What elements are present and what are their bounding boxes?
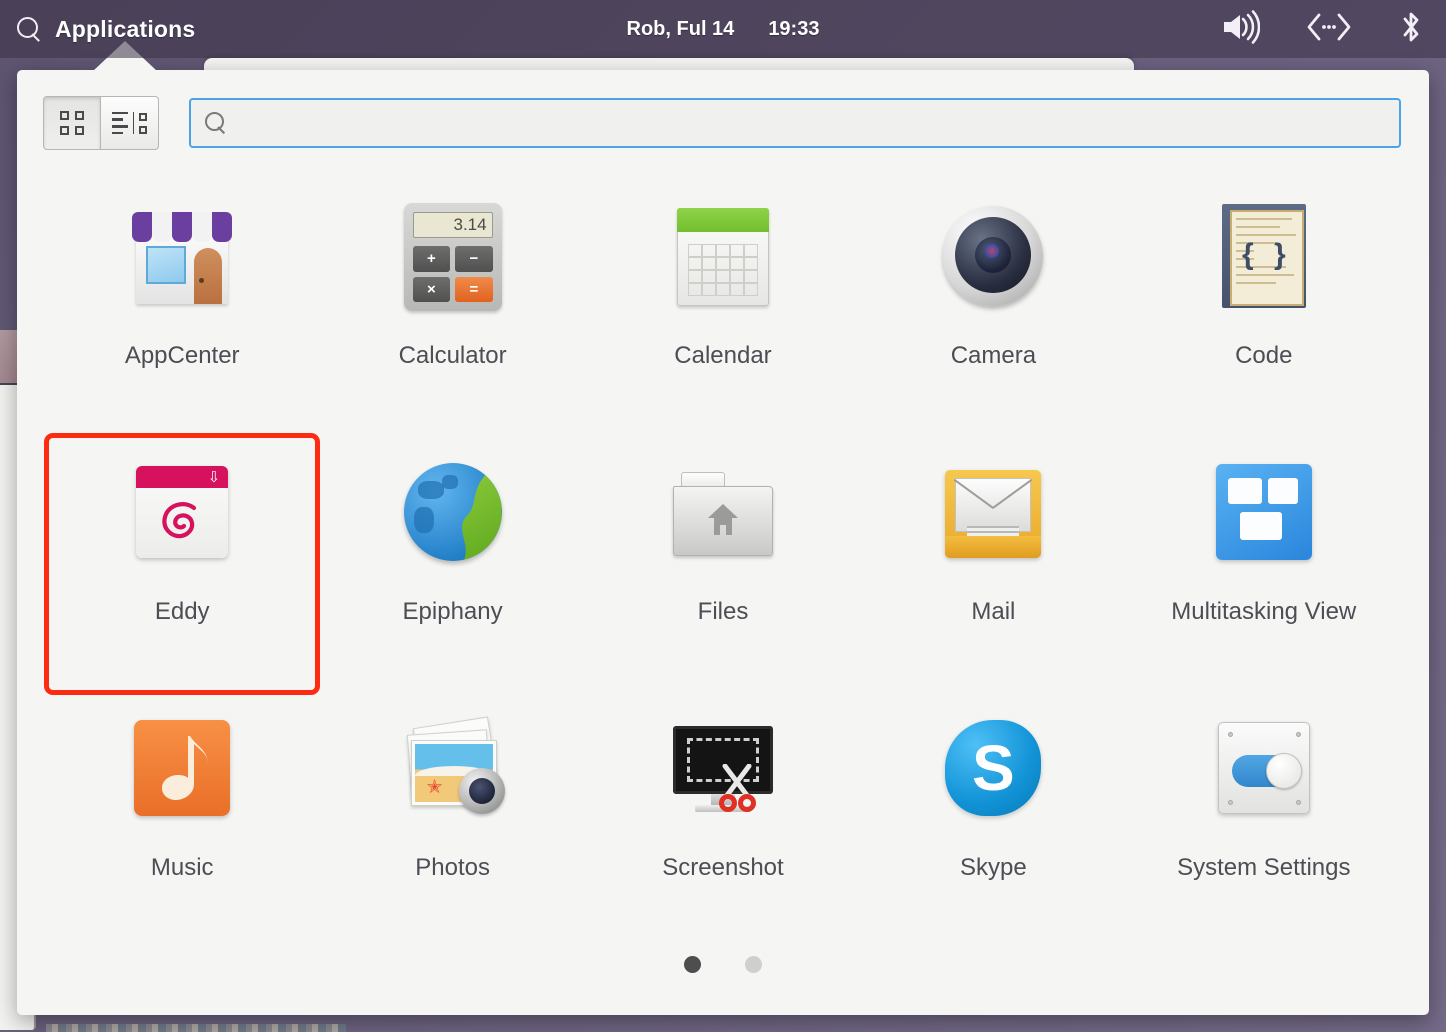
skype-letter-glyph: S: [945, 720, 1041, 816]
code-icon: { }: [1204, 196, 1324, 316]
app-label: Camera: [951, 342, 1036, 370]
datetime-indicator[interactable]: Rob, Ful 14 19:33: [513, 18, 933, 41]
page-indicator: [17, 956, 1429, 973]
eddy-icon: ⇩: [122, 452, 242, 572]
calculator-icon: 3.14 + − × =: [393, 196, 513, 316]
popover-header: [17, 70, 1429, 150]
debian-swirl-icon: [154, 494, 210, 550]
app-label: Calendar: [674, 342, 771, 370]
camera-icon: [933, 196, 1053, 316]
app-tile-camera[interactable]: Camera: [858, 180, 1128, 436]
multitasking-view-icon: [1204, 452, 1324, 572]
app-tile-music[interactable]: Music: [47, 692, 317, 948]
app-label: Calculator: [399, 342, 507, 370]
view-switcher: [43, 96, 159, 150]
calculator-key-plus: +: [413, 246, 451, 272]
top-panel: Applications Rob, Ful 14 19:33: [0, 0, 1446, 58]
app-tile-photos[interactable]: ✭ Photos: [317, 692, 587, 948]
files-icon: [663, 452, 783, 572]
starfish-icon: ✭: [427, 778, 443, 797]
volume-icon[interactable]: [1220, 10, 1260, 49]
applications-popover: AppCenter 3.14 + − × = Calculator: [17, 70, 1429, 1015]
grid-view-icon: [60, 111, 84, 135]
bluetooth-icon[interactable]: [1398, 10, 1424, 49]
background-dock-strip: [46, 1024, 346, 1032]
music-note-icon: [134, 720, 230, 816]
scissors-icon: [719, 764, 767, 812]
download-arrow-icon: ⇩: [208, 470, 221, 485]
mail-icon: [933, 452, 1053, 572]
calculator-display: 3.14: [413, 212, 493, 238]
applications-menu-button[interactable]: Applications: [0, 16, 195, 43]
app-label: Mail: [971, 598, 1015, 626]
epiphany-icon: [393, 452, 513, 572]
app-label: System Settings: [1177, 854, 1350, 882]
app-label: Epiphany: [403, 598, 503, 626]
calendar-icon: [663, 196, 783, 316]
code-brace-glyph: { }: [1230, 238, 1304, 272]
app-tile-skype[interactable]: S Skype: [858, 692, 1128, 948]
app-tile-appcenter[interactable]: AppCenter: [47, 180, 317, 436]
app-label: Music: [151, 854, 214, 882]
app-label: Screenshot: [662, 854, 783, 882]
search-input[interactable]: [239, 113, 1385, 133]
music-icon: [122, 708, 242, 828]
app-tile-files[interactable]: Files: [588, 436, 858, 692]
app-label: Photos: [415, 854, 490, 882]
calculator-key-equals: =: [455, 277, 493, 303]
skype-icon: S: [933, 708, 1053, 828]
app-tile-epiphany[interactable]: Epiphany: [317, 436, 587, 692]
applications-grid: AppCenter 3.14 + − × = Calculator: [17, 150, 1429, 948]
app-tile-screenshot[interactable]: Screenshot: [588, 692, 858, 948]
system-settings-icon: [1204, 708, 1324, 828]
screenshot-icon: [663, 708, 783, 828]
app-label: Skype: [960, 854, 1027, 882]
page-dot-2[interactable]: [745, 956, 762, 973]
app-label: Multitasking View: [1171, 598, 1356, 626]
network-icon[interactable]: [1306, 12, 1352, 47]
app-label: AppCenter: [125, 342, 240, 370]
home-icon: [707, 502, 739, 538]
app-tile-calculator[interactable]: 3.14 + − × = Calculator: [317, 180, 587, 436]
app-label: Eddy: [155, 598, 210, 626]
page-dot-1[interactable]: [684, 956, 701, 973]
search-icon: [16, 16, 42, 42]
panel-time: 19:33: [768, 18, 819, 41]
calculator-key-minus: −: [455, 246, 493, 272]
system-tray: [1220, 10, 1424, 49]
calculator-key-times: ×: [413, 277, 451, 303]
search-icon: [205, 112, 227, 134]
applications-label: Applications: [55, 16, 195, 43]
app-tile-mail[interactable]: Mail: [858, 436, 1128, 692]
app-tile-multitasking-view[interactable]: Multitasking View: [1129, 436, 1399, 692]
search-field[interactable]: [189, 98, 1401, 148]
app-label: Code: [1235, 342, 1292, 370]
category-view-icon: [112, 112, 148, 134]
photos-icon: ✭: [393, 708, 513, 828]
app-tile-system-settings[interactable]: System Settings: [1129, 692, 1399, 948]
appcenter-icon: [122, 196, 242, 316]
app-tile-calendar[interactable]: Calendar: [588, 180, 858, 436]
app-tile-eddy[interactable]: ⇩ Eddy: [47, 436, 317, 692]
grid-view-button[interactable]: [43, 96, 101, 150]
app-label: Files: [698, 598, 749, 626]
app-tile-code[interactable]: { } Code: [1129, 180, 1399, 436]
category-view-button[interactable]: [101, 96, 159, 150]
panel-date: Rob, Ful 14: [627, 18, 735, 41]
